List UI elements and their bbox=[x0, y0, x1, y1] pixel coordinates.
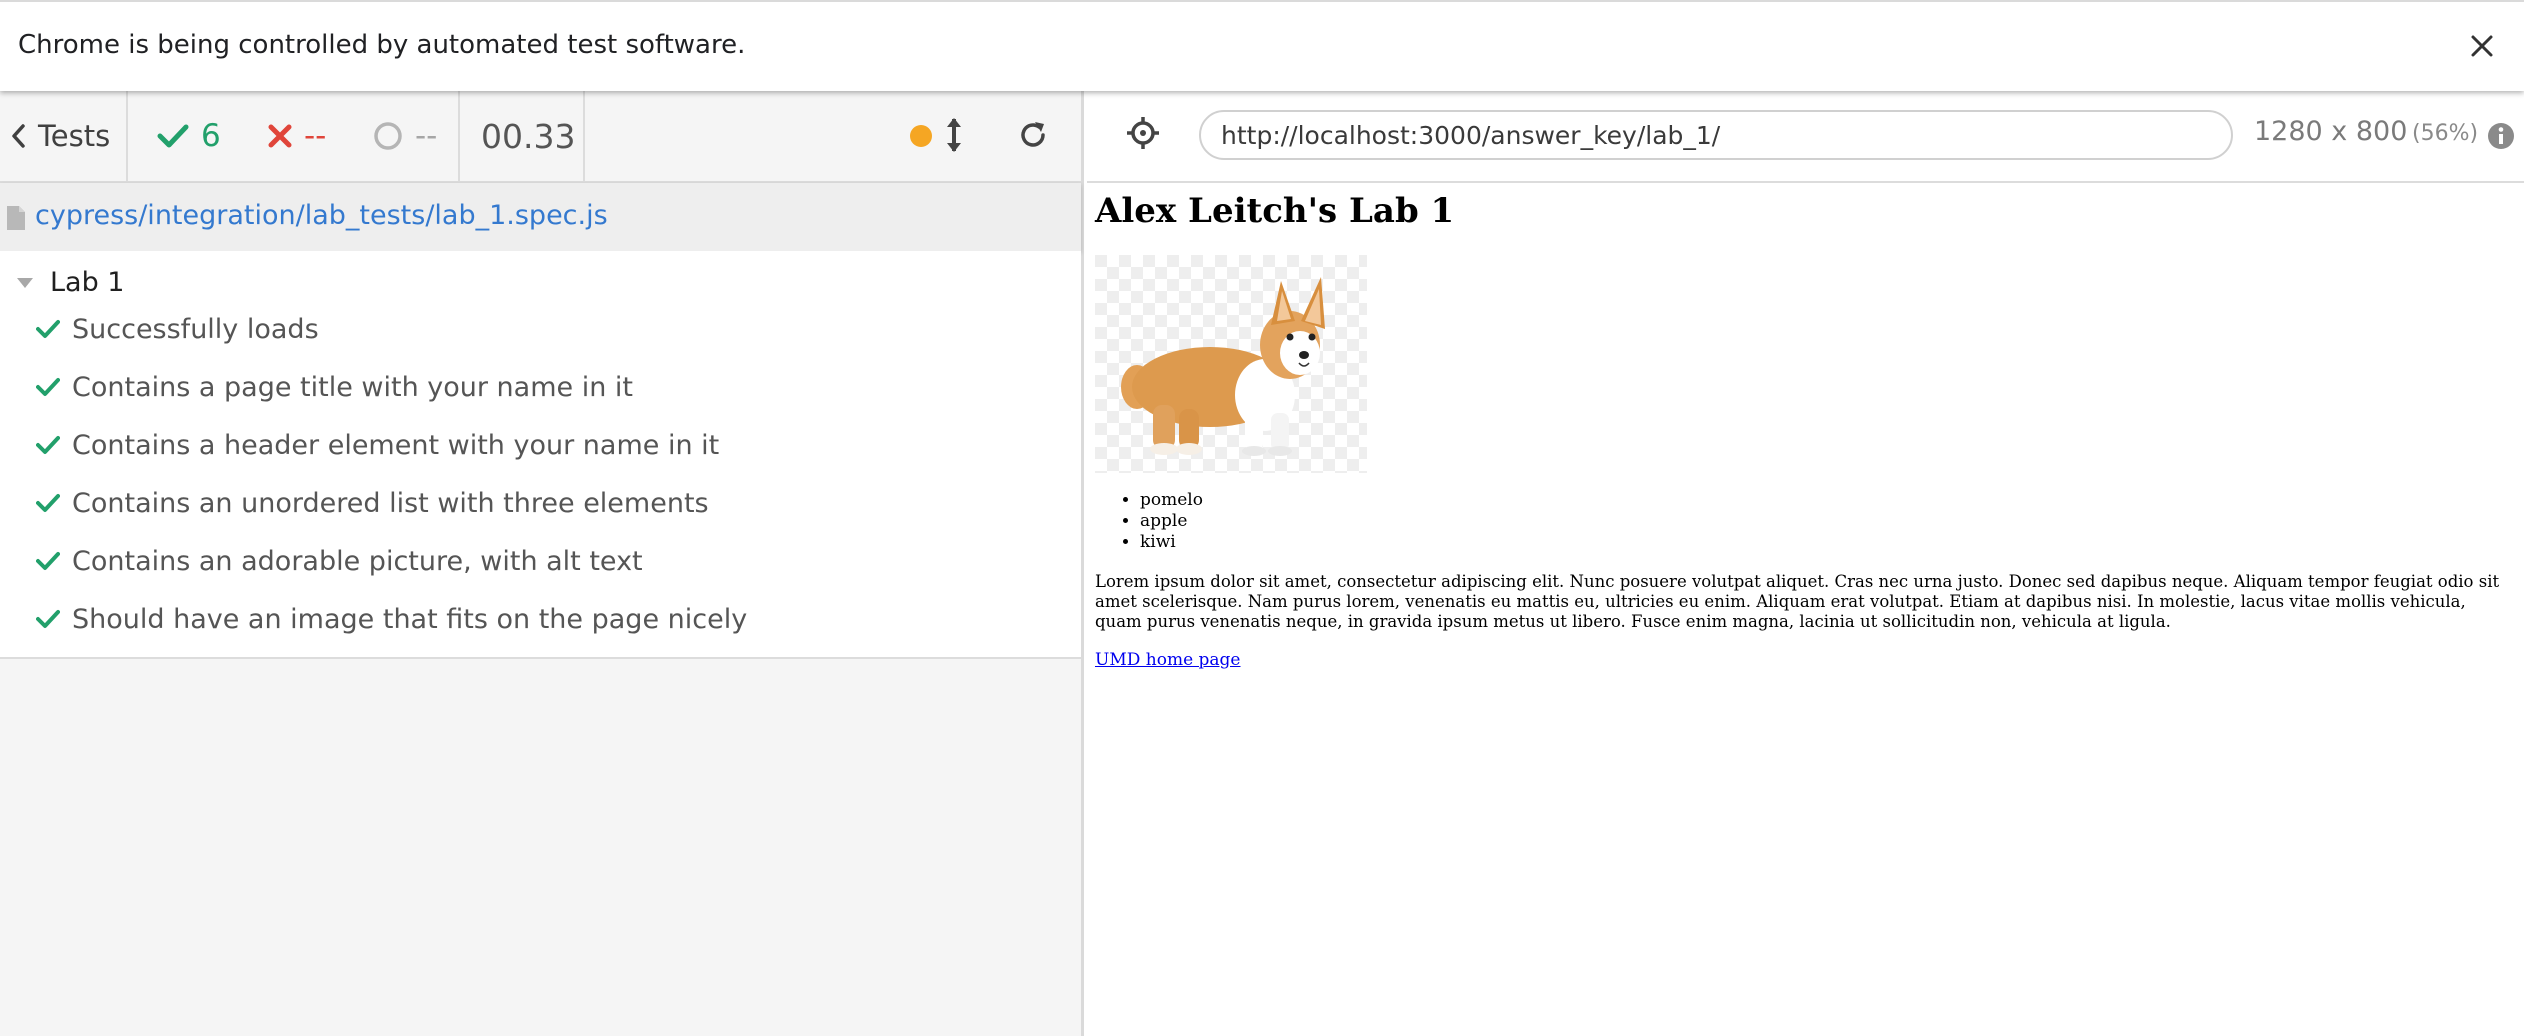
list-item: kiwi bbox=[1140, 532, 1203, 553]
viewport-scale: (56%) bbox=[2412, 121, 2479, 146]
check-icon bbox=[36, 436, 60, 454]
crosshair-icon bbox=[1127, 117, 1159, 149]
page-heading: Alex Leitch's Lab 1 bbox=[1095, 191, 1455, 231]
fruit-list: pomelo apple kiwi bbox=[1095, 490, 1203, 553]
check-icon bbox=[36, 552, 60, 570]
list-item: pomelo bbox=[1140, 490, 1203, 511]
pending-circle-icon bbox=[374, 122, 402, 150]
automation-infobar: Chrome is being controlled by automated … bbox=[0, 0, 2524, 91]
duration: 00.33 bbox=[481, 116, 576, 156]
test-label: Should have an image that fits on the pa… bbox=[72, 603, 748, 635]
file-icon bbox=[7, 206, 25, 230]
info-icon[interactable] bbox=[2487, 122, 2515, 150]
chevron-left-icon bbox=[12, 124, 25, 148]
corgi-photo bbox=[1095, 255, 1367, 473]
check-icon bbox=[36, 378, 60, 396]
suite-header[interactable]: Lab 1 bbox=[16, 267, 125, 298]
viewport-size: 1280 x 800 bbox=[2254, 116, 2408, 147]
test-suite: Lab 1 Successfully loads Contains a page… bbox=[0, 251, 1081, 659]
reporter-header: Tests 6 -- -- 00.33 bbox=[0, 91, 1081, 183]
test-label: Successfully loads bbox=[72, 313, 319, 345]
header-divider bbox=[583, 91, 585, 181]
rerun-button[interactable] bbox=[1017, 119, 1049, 155]
test-row[interactable]: Contains a header element with your name… bbox=[0, 416, 1081, 474]
test-row[interactable]: Successfully loads bbox=[0, 300, 1081, 358]
vertical-arrows-icon[interactable] bbox=[945, 115, 963, 159]
close-icon[interactable] bbox=[2462, 26, 2502, 66]
infobar-message: Chrome is being controlled by automated … bbox=[18, 30, 746, 60]
test-row[interactable]: Contains a page title with your name in … bbox=[0, 358, 1081, 416]
app-preview: Alex Leitch's Lab 1 • pomelo • apple • k… bbox=[1087, 183, 2524, 1036]
check-icon bbox=[36, 610, 60, 628]
pending-count: -- bbox=[415, 118, 438, 154]
aut-header: http://localhost:3000/answer_key/lab_1/ … bbox=[1087, 91, 2524, 183]
caret-down-icon bbox=[17, 277, 33, 288]
passed-stat[interactable]: 6 bbox=[157, 91, 221, 181]
test-label: Contains a page title with your name in … bbox=[72, 371, 633, 403]
check-icon bbox=[157, 124, 189, 148]
spec-file-link[interactable]: cypress/integration/lab_tests/lab_1.spec… bbox=[35, 200, 608, 231]
test-label: Contains an adorable picture, with alt t… bbox=[72, 545, 643, 577]
url-bar[interactable]: http://localhost:3000/answer_key/lab_1/ bbox=[1199, 110, 2233, 160]
failed-count: -- bbox=[304, 118, 327, 154]
passed-count: 6 bbox=[201, 118, 221, 154]
suite-title: Lab 1 bbox=[50, 267, 125, 298]
selector-playground-button[interactable] bbox=[1125, 115, 1161, 155]
test-row[interactable]: Should have an image that fits on the pa… bbox=[0, 590, 1081, 648]
list-item: apple bbox=[1140, 511, 1203, 532]
check-icon bbox=[36, 494, 60, 512]
reporter-panel: Tests 6 -- -- 00.33 cypress/integration/… bbox=[0, 91, 1084, 1036]
x-icon bbox=[268, 124, 292, 148]
test-label: Contains a header element with your name… bbox=[72, 429, 720, 461]
check-icon bbox=[36, 320, 60, 338]
header-divider bbox=[126, 91, 128, 181]
refresh-icon bbox=[1021, 122, 1045, 147]
tests-label: Tests bbox=[38, 119, 111, 153]
lorem-paragraph: Lorem ipsum dolor sit amet, consectetur … bbox=[1095, 572, 2500, 631]
failed-stat[interactable]: -- bbox=[268, 91, 326, 181]
test-label: Contains an unordered list with three el… bbox=[72, 487, 709, 519]
status-indicator bbox=[910, 125, 932, 147]
test-row[interactable]: Contains an adorable picture, with alt t… bbox=[0, 532, 1081, 590]
umd-home-link[interactable]: UMD home page bbox=[1095, 650, 1241, 670]
test-row[interactable]: Contains an unordered list with three el… bbox=[0, 474, 1081, 532]
tests-back-button[interactable]: Tests bbox=[10, 91, 110, 181]
header-divider bbox=[458, 91, 460, 181]
pending-stat[interactable]: -- bbox=[373, 91, 437, 181]
spec-file-bar: cypress/integration/lab_tests/lab_1.spec… bbox=[0, 183, 1081, 251]
